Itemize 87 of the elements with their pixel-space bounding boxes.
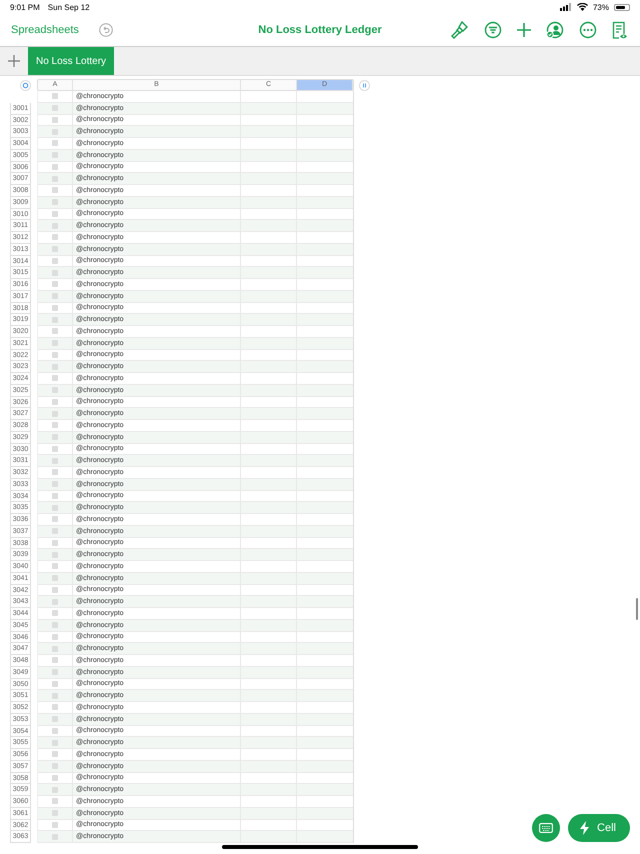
keyboard-button[interactable] (532, 814, 560, 842)
checkbox[interactable] (52, 364, 58, 370)
checkbox[interactable] (52, 293, 58, 300)
document-eye-icon[interactable] (612, 20, 628, 40)
checkbox[interactable] (52, 340, 58, 346)
checkbox[interactable] (52, 657, 58, 664)
checkbox[interactable] (52, 634, 58, 640)
checkbox[interactable] (52, 398, 58, 405)
checkbox[interactable] (52, 751, 58, 758)
paintbrush-icon[interactable] (451, 21, 469, 39)
checkbox[interactable] (52, 258, 58, 264)
checkbox[interactable] (52, 316, 58, 323)
checkbox[interactable] (52, 834, 58, 840)
checkbox[interactable] (52, 410, 58, 417)
add-icon[interactable] (517, 23, 531, 37)
checkbox[interactable] (52, 281, 58, 288)
checkbox[interactable] (52, 210, 58, 217)
undo-icon[interactable] (98, 23, 113, 37)
checkbox[interactable] (52, 140, 58, 146)
checkbox[interactable] (52, 540, 58, 546)
checkbox[interactable] (52, 222, 58, 229)
checkbox[interactable] (52, 352, 58, 358)
checkbox[interactable] (52, 680, 58, 687)
checkbox[interactable] (52, 586, 58, 593)
checkbox[interactable] (52, 328, 58, 334)
checkbox[interactable] (52, 786, 58, 793)
checkbox[interactable] (52, 740, 58, 746)
checkbox[interactable] (52, 622, 58, 628)
status-date: Sun Sep 12 (48, 2, 90, 12)
back-button[interactable]: Spreadsheets (7, 22, 83, 38)
checkbox[interactable] (52, 763, 58, 770)
checkbox[interactable] (52, 728, 58, 734)
battery-icon (614, 4, 630, 10)
checkbox[interactable] (52, 234, 58, 240)
checkbox[interactable] (52, 798, 58, 804)
checkbox[interactable] (52, 199, 58, 206)
checkbox[interactable] (52, 116, 58, 123)
checkbox[interactable] (52, 610, 58, 616)
add-sheet-icon[interactable] (8, 55, 20, 67)
checkbox[interactable] (52, 716, 58, 722)
checkbox[interactable] (52, 469, 58, 476)
checkbox[interactable] (52, 704, 58, 710)
checkbox[interactable] (52, 434, 58, 440)
collaborate-icon[interactable] (546, 21, 564, 39)
checkbox[interactable] (52, 516, 58, 522)
checkbox[interactable] (52, 422, 58, 428)
checkbox[interactable] (52, 774, 58, 781)
checkbox[interactable] (52, 822, 58, 828)
checkbox[interactable] (52, 492, 58, 499)
keyboard-icon (539, 823, 554, 833)
checkbox[interactable] (52, 810, 58, 816)
checkbox[interactable] (52, 128, 58, 135)
checkbox[interactable] (52, 176, 58, 182)
status-time: 9:01 PM (10, 2, 40, 12)
checkbox[interactable] (52, 575, 58, 582)
checkbox[interactable] (52, 270, 58, 276)
checkbox[interactable] (52, 563, 58, 570)
more-icon[interactable] (579, 21, 597, 39)
checkbox[interactable] (52, 93, 58, 100)
checkbox[interactable] (52, 387, 58, 394)
cell-button[interactable]: Cell (568, 814, 630, 842)
filter-icon[interactable] (484, 21, 502, 39)
checkbox[interactable] (52, 375, 58, 382)
checkbox[interactable] (52, 504, 58, 511)
checkbox[interactable] (52, 669, 58, 676)
checkbox[interactable] (52, 646, 58, 652)
checkbox[interactable] (52, 164, 58, 170)
lightning-icon (580, 821, 590, 835)
checkbox[interactable] (52, 528, 58, 534)
document-title: No Loss Lottery Ledger (258, 24, 382, 36)
wifi-icon (576, 3, 588, 11)
checkbox[interactable] (52, 458, 58, 464)
checkbox[interactable] (52, 692, 58, 699)
checkbox[interactable] (52, 105, 58, 112)
checkbox[interactable] (52, 187, 58, 194)
checkbox[interactable] (52, 304, 58, 311)
sheet-tab[interactable]: No Loss Lottery (28, 47, 114, 75)
column-handle-icon[interactable] (359, 80, 370, 90)
checkbox[interactable] (52, 552, 58, 558)
signal-icon (560, 3, 572, 11)
checkbox[interactable] (52, 152, 58, 158)
checkbox[interactable] (52, 446, 58, 452)
checkbox[interactable] (52, 481, 58, 488)
select-all-icon[interactable] (20, 80, 31, 90)
checkbox[interactable] (52, 246, 58, 252)
checkbox[interactable] (52, 598, 58, 605)
battery-percent: 73% (592, 2, 609, 12)
